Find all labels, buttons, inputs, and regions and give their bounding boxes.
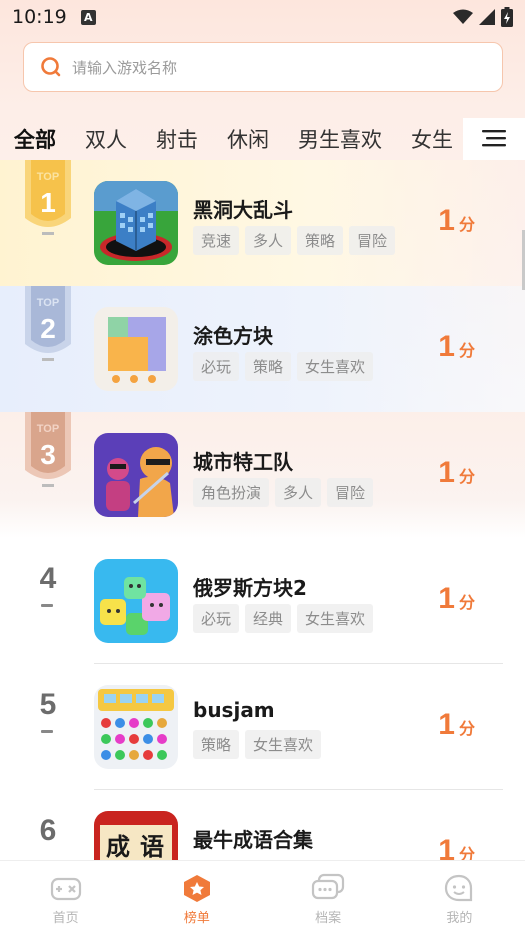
category-tabs: 全部 双人 射击 休闲 男生喜欢 女生 bbox=[0, 118, 525, 160]
game-title: busjam bbox=[193, 698, 275, 722]
score-value: 1 bbox=[438, 708, 455, 741]
tag: 策略 bbox=[297, 226, 344, 255]
chat-bubbles-icon bbox=[312, 873, 345, 900]
tag: 经典 bbox=[245, 604, 292, 633]
list-item[interactable]: 4 俄罗斯方块2 必玩 经典 女生喜欢 1 分 bbox=[0, 538, 525, 664]
nav-label: 榜单 bbox=[183, 911, 210, 926]
tag: 女生喜欢 bbox=[245, 730, 322, 759]
tag-list: 竞速 多人 策略 冒险 bbox=[193, 226, 396, 255]
gold-medal-icon: TOP 1 bbox=[25, 160, 71, 235]
tab-girls[interactable]: 女生 bbox=[411, 124, 453, 154]
tag: 冒险 bbox=[349, 226, 396, 255]
rank-number: 3 bbox=[40, 439, 56, 470]
game-title: 黑洞大乱斗 bbox=[193, 198, 293, 222]
nav-home[interactable]: 首页 bbox=[0, 861, 131, 935]
search-icon bbox=[41, 57, 61, 77]
score: 1 分 bbox=[438, 330, 475, 364]
bronze-medal-icon: TOP 3 bbox=[25, 412, 71, 487]
list-item[interactable]: 5 busjam 策略 女生喜欢 1 分 bbox=[0, 664, 525, 790]
nav-label: 首页 bbox=[52, 911, 79, 926]
tag: 多人 bbox=[245, 226, 292, 255]
nav-archive[interactable]: 档案 bbox=[263, 861, 394, 935]
nav-label: 档案 bbox=[315, 911, 342, 926]
tag: 角色扮演 bbox=[193, 478, 270, 507]
silver-medal-icon: TOP 2 bbox=[25, 286, 71, 361]
game-icon-busjam[interactable] bbox=[94, 685, 178, 769]
tag: 女生喜欢 bbox=[297, 604, 374, 633]
tag-list: 角色扮演 多人 冒险 bbox=[193, 478, 374, 507]
game-icon-paint-blocks[interactable] bbox=[94, 307, 178, 391]
idiom-char-2: 语 bbox=[140, 832, 164, 861]
category-menu-button[interactable] bbox=[463, 118, 525, 160]
rank-number: 6 bbox=[39, 814, 57, 847]
gamepad-icon bbox=[50, 877, 81, 901]
status-time: 10:19 bbox=[12, 6, 67, 28]
tag-list: 必玩 经典 女生喜欢 bbox=[193, 604, 374, 633]
bottom-nav: 首页 榜单 档案 我的 bbox=[0, 860, 525, 935]
rank-number: 5 bbox=[39, 688, 57, 721]
tag: 必玩 bbox=[193, 352, 240, 381]
rank-underline bbox=[41, 730, 53, 733]
tag: 策略 bbox=[193, 730, 240, 759]
tag-list: 必玩 策略 女生喜欢 bbox=[193, 352, 374, 381]
battery-icon bbox=[501, 7, 513, 27]
score-value: 1 bbox=[438, 582, 455, 615]
score-value: 1 bbox=[438, 330, 455, 363]
score: 1 分 bbox=[438, 582, 475, 616]
wifi-icon bbox=[453, 9, 473, 24]
tag: 多人 bbox=[275, 478, 322, 507]
nav-mine[interactable]: 我的 bbox=[394, 861, 525, 935]
score-unit: 分 bbox=[458, 719, 475, 738]
medal-top-text: TOP bbox=[37, 297, 59, 309]
game-title: 俄罗斯方块2 bbox=[193, 576, 307, 600]
game-title: 最牛成语合集 bbox=[193, 828, 313, 852]
score: 1 分 bbox=[438, 204, 475, 238]
menu-icon bbox=[482, 130, 506, 147]
tag: 策略 bbox=[245, 352, 292, 381]
game-title: 涂色方块 bbox=[193, 324, 273, 348]
tag-list: 策略 女生喜欢 bbox=[193, 730, 322, 759]
ranking-icon bbox=[183, 875, 210, 902]
tab-boys-like[interactable]: 男生喜欢 bbox=[298, 124, 382, 154]
tag: 冒险 bbox=[327, 478, 374, 507]
tag: 竞速 bbox=[193, 226, 240, 255]
list-item[interactable]: TOP 3 城市特工队 角色扮演 多人 冒险 1 分 bbox=[0, 412, 525, 538]
rank-number: 1 bbox=[40, 187, 56, 218]
idiom-char-1: 成 bbox=[106, 832, 130, 861]
notification-icon: A bbox=[80, 9, 96, 25]
score-unit: 分 bbox=[458, 467, 475, 486]
medal-top-text: TOP bbox=[37, 423, 59, 435]
score-unit: 分 bbox=[458, 593, 475, 612]
tab-casual[interactable]: 休闲 bbox=[227, 124, 269, 154]
game-icon-tetris[interactable] bbox=[94, 559, 178, 643]
ranking-list: TOP 1 黑洞大乱斗 竞速 多人 策略 冒险 1 分 TOP 2 涂色方块 必… bbox=[0, 160, 525, 916]
score-unit: 分 bbox=[458, 341, 475, 360]
tab-shooting[interactable]: 射击 bbox=[156, 124, 198, 154]
tag: 女生喜欢 bbox=[297, 352, 374, 381]
nav-label: 我的 bbox=[446, 911, 473, 926]
medal-top-text: TOP bbox=[37, 171, 59, 183]
rank-number: 2 bbox=[40, 313, 56, 344]
tab-duo[interactable]: 双人 bbox=[85, 124, 127, 154]
score: 1 分 bbox=[438, 456, 475, 490]
score-value: 1 bbox=[438, 204, 455, 237]
rank-underline bbox=[41, 604, 53, 607]
search-placeholder: 请输入游戏名称 bbox=[72, 58, 178, 77]
list-item[interactable]: TOP 1 黑洞大乱斗 竞速 多人 策略 冒险 1 分 bbox=[0, 160, 525, 286]
tag: 必玩 bbox=[193, 604, 240, 633]
list-item[interactable]: TOP 2 涂色方块 必玩 策略 女生喜欢 1 分 bbox=[0, 286, 525, 412]
smile-bubble-icon bbox=[445, 874, 473, 902]
game-icon-black-hole[interactable] bbox=[94, 181, 178, 265]
game-title: 城市特工队 bbox=[193, 450, 293, 474]
nav-ranking[interactable]: 榜单 bbox=[131, 861, 262, 935]
game-icon-city-agents[interactable] bbox=[94, 433, 178, 517]
search-input[interactable]: 请输入游戏名称 bbox=[23, 42, 503, 92]
score-value: 1 bbox=[438, 456, 455, 489]
status-bar: 10:19 A bbox=[0, 0, 525, 34]
score-unit: 分 bbox=[458, 215, 475, 234]
rank-number: 4 bbox=[39, 562, 57, 595]
score: 1 分 bbox=[438, 708, 475, 742]
signal-icon bbox=[479, 9, 495, 25]
tab-all[interactable]: 全部 bbox=[14, 124, 56, 154]
